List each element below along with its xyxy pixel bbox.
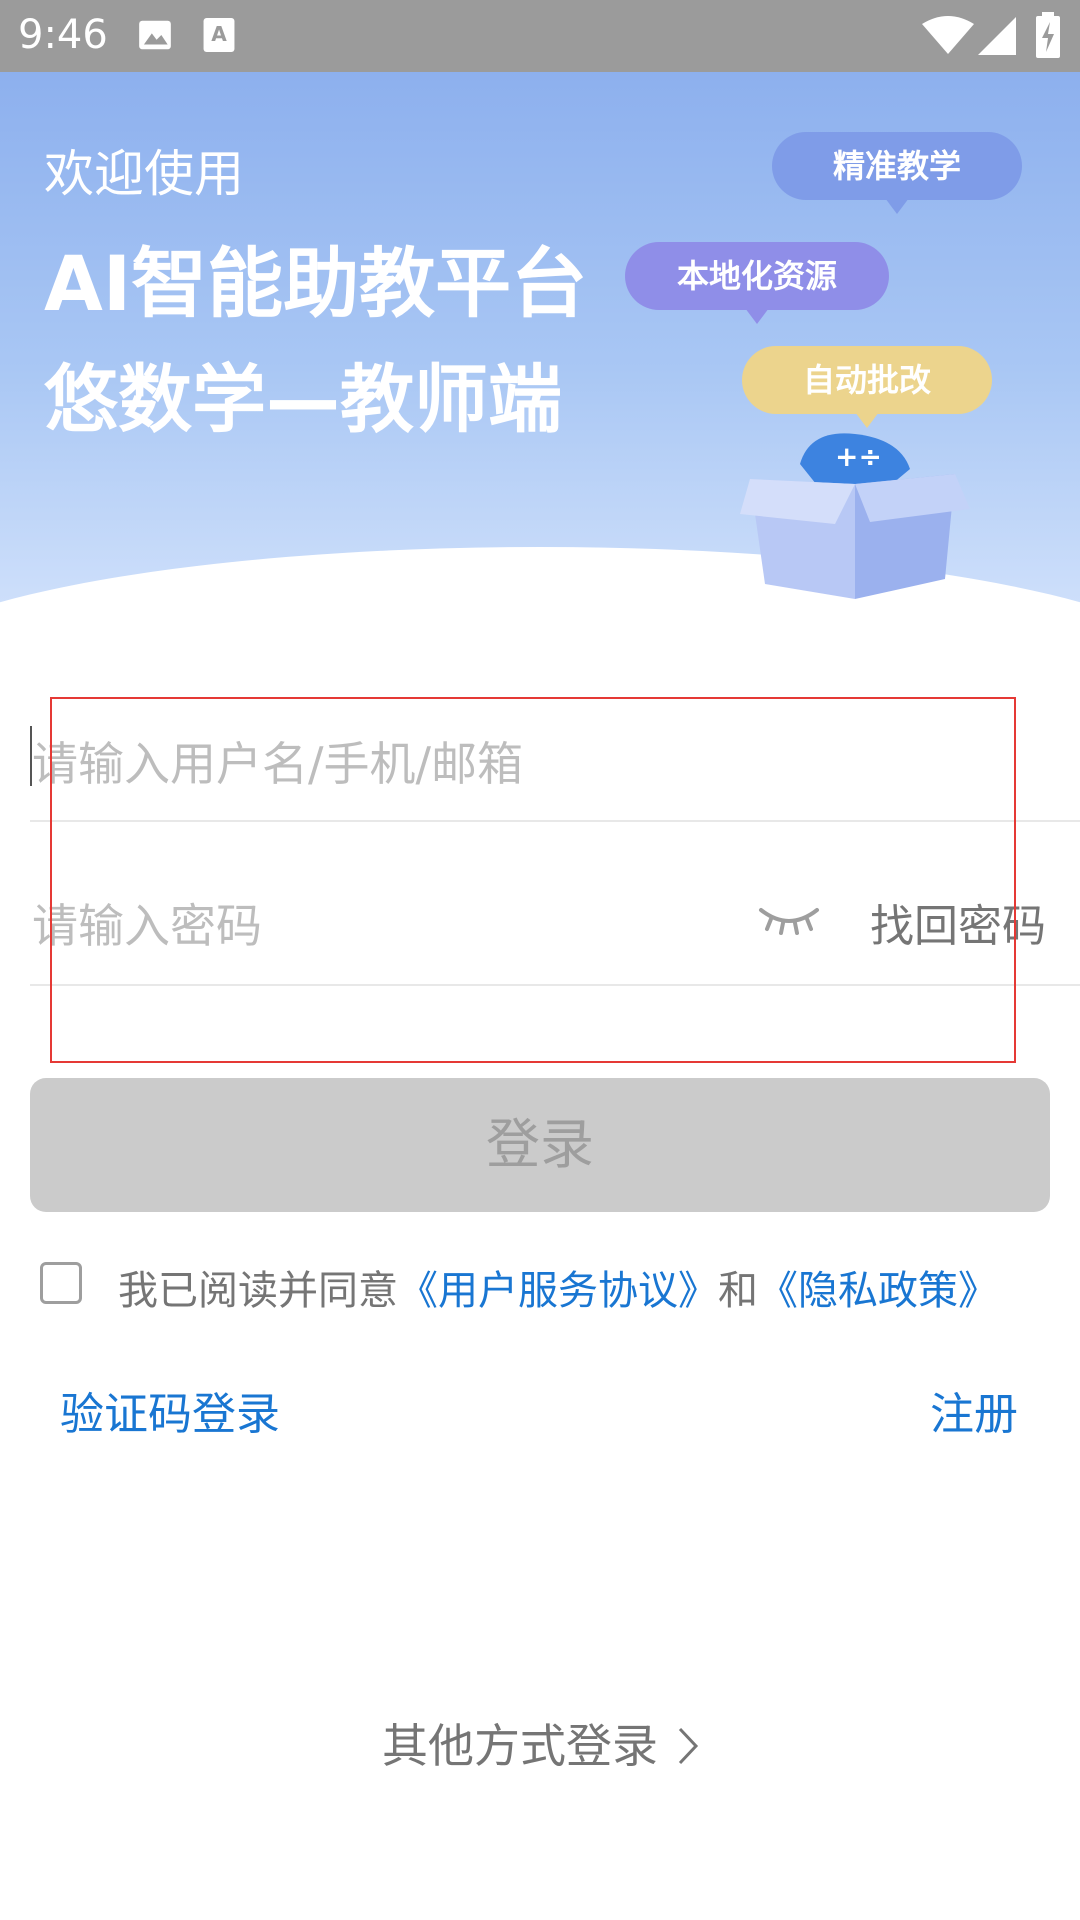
feature-bubble-precise: 精准教学 [772, 132, 1022, 214]
agreement-and: 和 [718, 1268, 758, 1314]
app-subtitle: 悠数学—教师端 [44, 357, 562, 443]
welcome-text: 欢迎使用 [44, 145, 244, 203]
hero-banner: 欢迎使用 AI智能助教平台 悠数学—教师端 精准教学 本地化资源 自动批改 +÷ [0, 72, 1080, 612]
register-link[interactable]: 注册 [930, 1378, 1018, 1442]
other-login-link[interactable]: 其他方式登录 [382, 1710, 699, 1776]
svg-text:A: A [211, 22, 227, 46]
wifi-icon [922, 16, 974, 54]
other-login-label: 其他方式登录 [382, 1719, 658, 1773]
eye-closed-icon[interactable] [757, 902, 821, 936]
password-field[interactable]: 请输入密码 找回密码 [30, 860, 1080, 986]
svg-text:+÷: +÷ [835, 440, 882, 473]
battery-charging-icon [1036, 12, 1060, 58]
code-login-link[interactable]: 验证码登录 [60, 1378, 280, 1442]
username-field[interactable]: 请输入用户名/手机/邮箱 [30, 700, 1080, 822]
app-title: AI智能助教平台 [44, 239, 588, 328]
terms-link[interactable]: 《用户服务协议》 [398, 1268, 718, 1314]
open-box-illustration: +÷ [740, 433, 970, 599]
status-time: 9:46 [18, 12, 108, 58]
forgot-password-link[interactable]: 找回密码 [870, 890, 1046, 954]
agreement-text: 我已阅读并同意《用户服务协议》和《隐私政策》 [118, 1258, 998, 1316]
image-icon [139, 20, 171, 50]
a-text-icon: A [203, 18, 235, 52]
feature-bubble-auto-grading: 自动批改 [742, 346, 992, 428]
username-placeholder: 请输入用户名/手机/邮箱 [32, 737, 523, 791]
login-button[interactable]: 登录 [30, 1078, 1050, 1212]
feature-bubble-local-resources: 本地化资源 [625, 242, 889, 324]
agreement-prefix: 我已阅读并同意 [118, 1268, 398, 1314]
chevron-right-icon [678, 1727, 698, 1765]
status-bar: 9:46 A [0, 0, 1080, 72]
password-placeholder: 请输入密码 [32, 899, 262, 953]
privacy-link[interactable]: 《隐私政策》 [758, 1268, 998, 1314]
signal-icon [978, 17, 1016, 55]
agreement-checkbox[interactable] [40, 1262, 82, 1304]
